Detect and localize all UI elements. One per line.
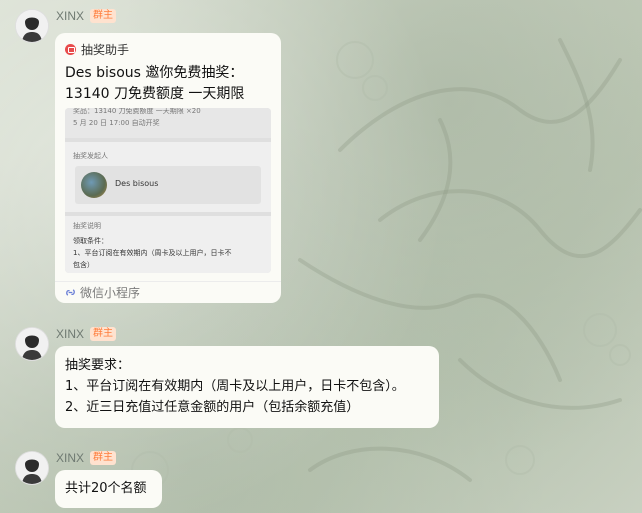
mini-program-footer: 微信小程序	[55, 281, 281, 303]
sender-name: XINX	[56, 451, 85, 465]
thumb-desc-label: 抽奖说明	[73, 222, 101, 230]
thumb-host-box: Des bisous	[75, 166, 261, 204]
mini-program-card[interactable]: 抽奖助手 Des bisous 邀你免费抽奖：13140 刀免费额度 一天期限 …	[55, 33, 281, 303]
avatar[interactable]	[15, 451, 49, 485]
sender-line: XINX 群主	[56, 451, 117, 465]
thumb-desc-line: 领取条件：	[73, 237, 108, 245]
thumb-prize-section: 奖品：13140 刀免费额度 一天期限 ×20 5 月 20 日 17:00 自…	[65, 108, 271, 138]
user-avatar-icon	[16, 452, 48, 484]
thumb-draw-time: 5 月 20 日 17:00 自动开奖	[73, 119, 160, 127]
avatar[interactable]	[15, 9, 49, 43]
message-text: 共计20个名额	[65, 481, 147, 496]
lottery-app-icon	[65, 43, 76, 55]
owner-badge: 群主	[90, 451, 117, 465]
thumb-host-label: 抽奖发起人	[73, 152, 108, 160]
sender-name: XINX	[56, 327, 85, 341]
thumb-desc-line: 1、平台订阅在有效期内（周卡及以上用户，日卡不	[73, 249, 232, 257]
user-avatar-icon	[16, 10, 48, 42]
message-line: 抽奖要求：	[65, 358, 131, 373]
message-line: 1、平台订阅在有效期内（周卡及以上用户，日卡不包含）。	[65, 379, 405, 394]
message-line: 2、近三日充值过任意金额的用户（包括余额充值）	[65, 400, 360, 415]
thumb-prize-line: 奖品：13140 刀免费额度 一天期限 ×20	[73, 108, 201, 115]
user-avatar-icon	[16, 328, 48, 360]
thumb-desc-section: 抽奖说明 领取条件： 1、平台订阅在有效期内（周卡及以上用户，日卡不 包含）	[65, 216, 271, 273]
sender-name: XINX	[56, 9, 85, 23]
owner-badge: 群主	[90, 327, 117, 341]
avatar[interactable]	[15, 327, 49, 361]
host-avatar	[81, 172, 107, 198]
mini-program-name: 抽奖助手	[81, 42, 130, 57]
mini-program-link-icon	[66, 289, 75, 296]
mini-program-footer-label: 微信小程序	[80, 286, 141, 300]
message-bubble[interactable]: 抽奖要求： 1、平台订阅在有效期内（周卡及以上用户，日卡不包含）。 2、近三日充…	[55, 346, 439, 428]
thumb-host-name: Des bisous	[115, 179, 159, 188]
thumb-desc-line: 包含）	[73, 261, 94, 269]
mini-program-header: 抽奖助手	[65, 41, 271, 57]
mini-program-title: Des bisous 邀你免费抽奖：13140 刀免费额度 一天期限	[65, 65, 245, 102]
sender-line: XINX 群主	[56, 327, 117, 341]
owner-badge: 群主	[90, 9, 117, 23]
sender-line: XINX 群主	[56, 9, 117, 23]
message-bubble[interactable]: 共计20个名额	[55, 470, 162, 508]
mini-program-thumbnail: 奖品：13140 刀免费额度 一天期限 ×20 5 月 20 日 17:00 自…	[65, 108, 271, 273]
